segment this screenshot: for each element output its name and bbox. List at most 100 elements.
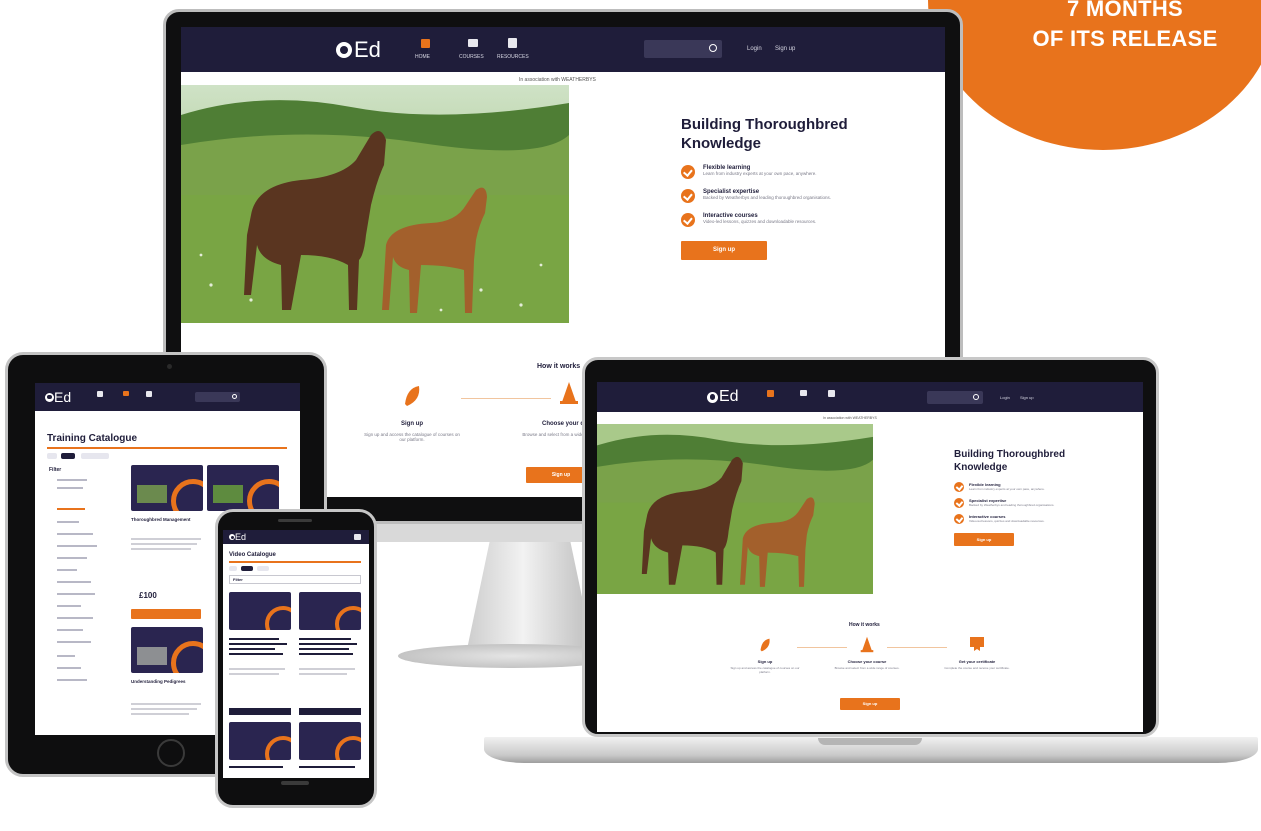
card-desc-line: [131, 708, 197, 710]
card-desc-line: [131, 713, 189, 715]
search-icon[interactable]: [232, 394, 237, 399]
filter-option[interactable]: [57, 508, 85, 510]
tab-paid[interactable]: [257, 566, 269, 571]
hero-features: Flexible learning Learn from industry ex…: [954, 482, 1114, 524]
view-course-button[interactable]: [229, 708, 291, 715]
filter-option[interactable]: [57, 641, 91, 643]
step-connector: [797, 647, 847, 648]
filter-dropdown[interactable]: Filter: [229, 575, 361, 584]
enrol-button[interactable]: [131, 609, 201, 619]
filter-option[interactable]: [57, 617, 93, 619]
menu-icon[interactable]: [354, 534, 361, 540]
view-course-button[interactable]: [299, 708, 361, 715]
search-icon[interactable]: [973, 394, 979, 400]
card-desc-line: [131, 548, 191, 550]
search-input[interactable]: [644, 40, 722, 58]
step-desc: Sign up and access the catalogue of cour…: [730, 666, 800, 674]
logo-text: Ed: [719, 388, 739, 405]
feature-desc: Backed by Weatherbys and leading thoroug…: [703, 195, 832, 200]
hero-features: Flexible learning Learn from industry ex…: [681, 165, 901, 227]
course-card-title[interactable]: Understanding Pedigrees: [131, 679, 201, 684]
search-icon[interactable]: [709, 44, 717, 52]
site-navbar: Ed HOME COURSES RESOURCES Login Sign up: [181, 27, 945, 72]
nav-resources[interactable]: RESOURCES: [497, 54, 529, 60]
card-thumbnail: [213, 485, 243, 503]
filter-option[interactable]: [57, 569, 77, 571]
filter-option[interactable]: [57, 479, 87, 481]
cone-icon: [560, 382, 578, 404]
title-underline: [47, 447, 287, 449]
how-signup-button[interactable]: Sign up: [840, 698, 900, 710]
filter-option[interactable]: [57, 667, 81, 669]
badge-line-1: 7 MONTHS: [1066, 0, 1184, 21]
filter-option[interactable]: [57, 533, 93, 535]
nav-courses[interactable]: COURSES: [459, 54, 484, 60]
tab-free[interactable]: [61, 453, 75, 459]
step-label: Sign up: [401, 421, 423, 427]
site-logo[interactable]: Ed: [229, 532, 246, 542]
tab-all[interactable]: [229, 566, 237, 571]
resources-icon[interactable]: [508, 38, 517, 48]
home-icon[interactable]: [421, 39, 430, 48]
home-icon[interactable]: [97, 391, 103, 397]
showcase: 7 MONTHS OF ITS RELEASE Ed HOME COURSES …: [0, 0, 1261, 831]
courses-icon[interactable]: [800, 390, 807, 396]
filter-option[interactable]: [57, 521, 79, 523]
step-connector: [887, 647, 947, 648]
course-card-image[interactable]: [299, 722, 361, 760]
filter-option[interactable]: [57, 487, 83, 489]
filter-option[interactable]: [57, 581, 91, 583]
login-link[interactable]: Login: [747, 46, 762, 52]
course-card-image[interactable]: [131, 465, 203, 511]
tab-free[interactable]: [241, 566, 253, 571]
logo-mark-icon: [229, 534, 235, 540]
feature-desc: Learn from industry experts at your own …: [969, 487, 1045, 491]
filter-option[interactable]: [57, 605, 81, 607]
logo-text: Ed: [235, 532, 247, 542]
card-title-line: [229, 766, 283, 768]
filter-option[interactable]: [57, 655, 75, 657]
nav-home[interactable]: HOME: [415, 54, 430, 60]
feature-desc: Backed by Weatherbys and leading thoroug…: [969, 503, 1055, 507]
site-logo[interactable]: Ed: [707, 388, 739, 406]
tablet-home-button[interactable]: [157, 739, 185, 767]
logo-text: Ed: [354, 37, 381, 62]
hero-signup-button[interactable]: Sign up: [954, 533, 1014, 546]
search-input[interactable]: [927, 391, 983, 404]
hero-signup-button[interactable]: Sign up: [681, 241, 767, 260]
home-icon[interactable]: [767, 390, 774, 397]
login-link[interactable]: Login: [1000, 395, 1010, 400]
courses-icon[interactable]: [468, 39, 478, 47]
logo-mark-icon: [707, 391, 718, 403]
courses-icon[interactable]: [123, 391, 129, 396]
card-title-line: [299, 766, 355, 768]
badge-line-2: OF ITS RELEASE: [1032, 26, 1218, 51]
horses-illustration: [597, 424, 873, 594]
resources-icon[interactable]: [146, 391, 152, 397]
search-input[interactable]: [195, 392, 240, 402]
course-card-title[interactable]: Thoroughbred Management: [131, 517, 201, 522]
feature-item: Interactive courses Video-led lessons, q…: [954, 514, 1114, 524]
card-title-line: [229, 653, 283, 655]
site-logo[interactable]: Ed: [336, 37, 381, 63]
filter-option[interactable]: [57, 557, 87, 559]
feather-icon: [405, 386, 420, 406]
signup-link[interactable]: Sign up: [775, 46, 795, 52]
filter-option[interactable]: [57, 593, 95, 595]
course-card-image[interactable]: [229, 592, 291, 630]
signup-link[interactable]: Sign up: [1020, 395, 1034, 400]
course-card-image[interactable]: [131, 627, 203, 673]
site-logo[interactable]: Ed: [45, 389, 71, 405]
resources-icon[interactable]: [828, 390, 835, 397]
course-card-image[interactable]: [229, 722, 291, 760]
filter-option[interactable]: [57, 545, 97, 547]
tab-subscriptions[interactable]: [81, 453, 109, 459]
course-card-image[interactable]: [207, 465, 279, 511]
filter-option[interactable]: [57, 679, 87, 681]
check-icon: [954, 498, 964, 508]
card-title-line: [299, 653, 353, 655]
feature-item: Specialist expertise Backed by Weatherby…: [954, 498, 1114, 508]
tab-all[interactable]: [47, 453, 57, 459]
filter-option[interactable]: [57, 629, 83, 631]
course-card-image[interactable]: [299, 592, 361, 630]
